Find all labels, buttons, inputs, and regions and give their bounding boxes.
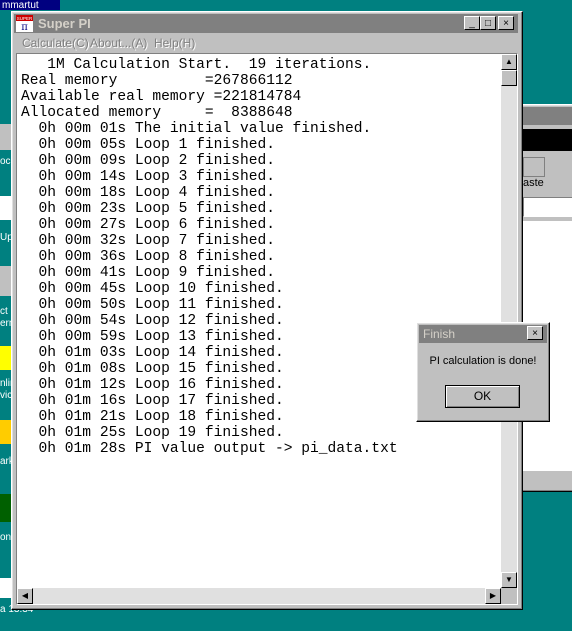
paste-icon[interactable] xyxy=(523,157,545,177)
finish-dialog-title: Finish xyxy=(423,327,456,341)
scrollbar-corner xyxy=(501,588,517,604)
log-line: 0h 00m 01s The initial value finished. xyxy=(21,121,372,137)
log-line: 0h 00m 05s Loop 1 finished. xyxy=(21,137,275,153)
svg-text:π: π xyxy=(21,22,28,32)
finish-message: PI calculation is done! xyxy=(429,355,537,367)
superpi-window: SUPER π Super PI _ □ × Calculate(C) Abou… xyxy=(11,11,523,610)
menu-about[interactable]: About...(A) xyxy=(90,36,147,50)
log-line: 0h 00m 09s Loop 2 finished. xyxy=(21,153,275,169)
window-title: Super PI xyxy=(38,16,91,31)
log-line: 0h 01m 25s Loop 19 finished. xyxy=(21,425,284,441)
superpi-titlebar[interactable]: SUPER π Super PI _ □ × xyxy=(14,14,518,33)
log-line: Allocated memory = 8388648 xyxy=(21,105,293,121)
close-button[interactable]: × xyxy=(498,16,514,30)
log-line: 0h 01m 28s PI value output -> pi_data.tx… xyxy=(21,441,398,457)
minimize-button[interactable]: _ xyxy=(464,16,480,30)
log-line: 1M Calculation Start. 19 iterations. xyxy=(21,57,372,73)
paste-button-label[interactable]: aste xyxy=(523,177,544,189)
toolbar-icon-bar xyxy=(523,129,572,151)
vertical-scrollbar[interactable]: ▲ ▼ xyxy=(501,54,517,588)
superpi-app-icon: SUPER π xyxy=(16,15,33,33)
scroll-left-button[interactable]: ◀ xyxy=(17,588,33,604)
log-line: 0h 00m 50s Loop 11 finished. xyxy=(21,297,284,313)
log-line: 0h 00m 14s Loop 3 finished. xyxy=(21,169,275,185)
log-line: 0h 00m 27s Loop 6 finished. xyxy=(21,217,275,233)
log-line: 0h 00m 23s Loop 5 finished. xyxy=(21,201,275,217)
log-line: Real memory =267866112 xyxy=(21,73,293,89)
menu-calculate[interactable]: Calculate(C) xyxy=(22,36,89,50)
scroll-up-button[interactable]: ▲ xyxy=(501,54,517,70)
finish-dialog: Finish × PI calculation is done! OK xyxy=(416,322,550,422)
finish-dialog-titlebar[interactable]: Finish × xyxy=(419,325,547,343)
desktop-top-label: mmartut xyxy=(2,0,39,11)
menu-help[interactable]: Help(H) xyxy=(154,36,195,50)
superpi-icon-label: SUPER xyxy=(17,16,33,21)
maximize-button[interactable]: □ xyxy=(480,16,496,30)
log-line: Available real memory =221814784 xyxy=(21,89,302,105)
log-line: 0h 00m 36s Loop 8 finished. xyxy=(21,249,275,265)
scroll-down-button[interactable]: ▼ xyxy=(501,572,517,588)
log-line: 0h 00m 18s Loop 4 finished. xyxy=(21,185,275,201)
vertical-scroll-thumb[interactable] xyxy=(501,70,517,86)
log-line: 0h 00m 32s Loop 7 finished. xyxy=(21,233,275,249)
menu-bar: Calculate(C) About...(A) Help(H) xyxy=(14,34,518,52)
background-window[interactable]: aste xyxy=(520,104,572,492)
horizontal-scrollbar[interactable]: ◀ ▶ xyxy=(17,588,501,604)
ok-button[interactable]: OK xyxy=(445,385,520,408)
log-line: 0h 00m 45s Loop 10 finished. xyxy=(21,281,284,297)
log-line: 0h 00m 41s Loop 9 finished. xyxy=(21,265,275,281)
address-field[interactable] xyxy=(523,197,572,217)
scroll-right-button[interactable]: ▶ xyxy=(485,588,501,604)
desktop-icon-label: ct xyxy=(0,306,8,317)
background-window-titlebar[interactable] xyxy=(523,107,572,125)
finish-close-button[interactable]: × xyxy=(527,326,543,340)
